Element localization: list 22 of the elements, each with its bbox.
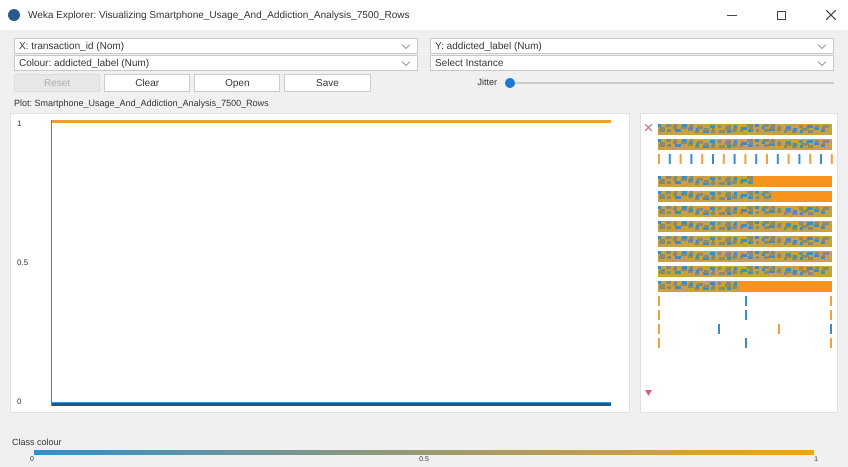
app-icon <box>8 9 20 21</box>
maximize-icon[interactable] <box>777 10 786 20</box>
minimize-icon[interactable] <box>727 14 737 16</box>
slider-thumb[interactable] <box>505 78 516 88</box>
cross-icon[interactable] <box>645 124 652 130</box>
jitter-label: Jitter <box>478 76 498 90</box>
toolbar-button[interactable]: Open <box>194 74 280 92</box>
axis-tick-label: 0 <box>17 396 22 408</box>
close-icon[interactable] <box>826 10 836 20</box>
jitter-slider[interactable] <box>505 78 834 88</box>
dropdown[interactable]: Colour: addicted_label (Num) <box>14 55 418 71</box>
window-title: Weka Explorer: Visualizing Smartphone_Usage_And_Addiction_Analysis_7500_Rows <box>28 8 411 22</box>
toolbar-button[interactable]: Clear <box>104 74 190 92</box>
dropdown[interactable]: Select Instance <box>430 55 834 71</box>
toolbar-button[interactable]: Save <box>284 74 370 92</box>
axis-tick-label: 1 <box>17 118 22 130</box>
axis-tick-label: 0.5 <box>17 256 28 268</box>
dropdown[interactable]: X: transaction_id (Nom) <box>14 38 418 54</box>
plot-title: Plot: Smartphone_Usage_And_Addiction_Analysis_7500_Rows <box>13 97 270 110</box>
dropdown[interactable]: Y: addicted_label (Num) <box>430 38 834 54</box>
legend-title: Class colour <box>12 436 63 449</box>
down-triangle-icon[interactable] <box>645 390 652 396</box>
